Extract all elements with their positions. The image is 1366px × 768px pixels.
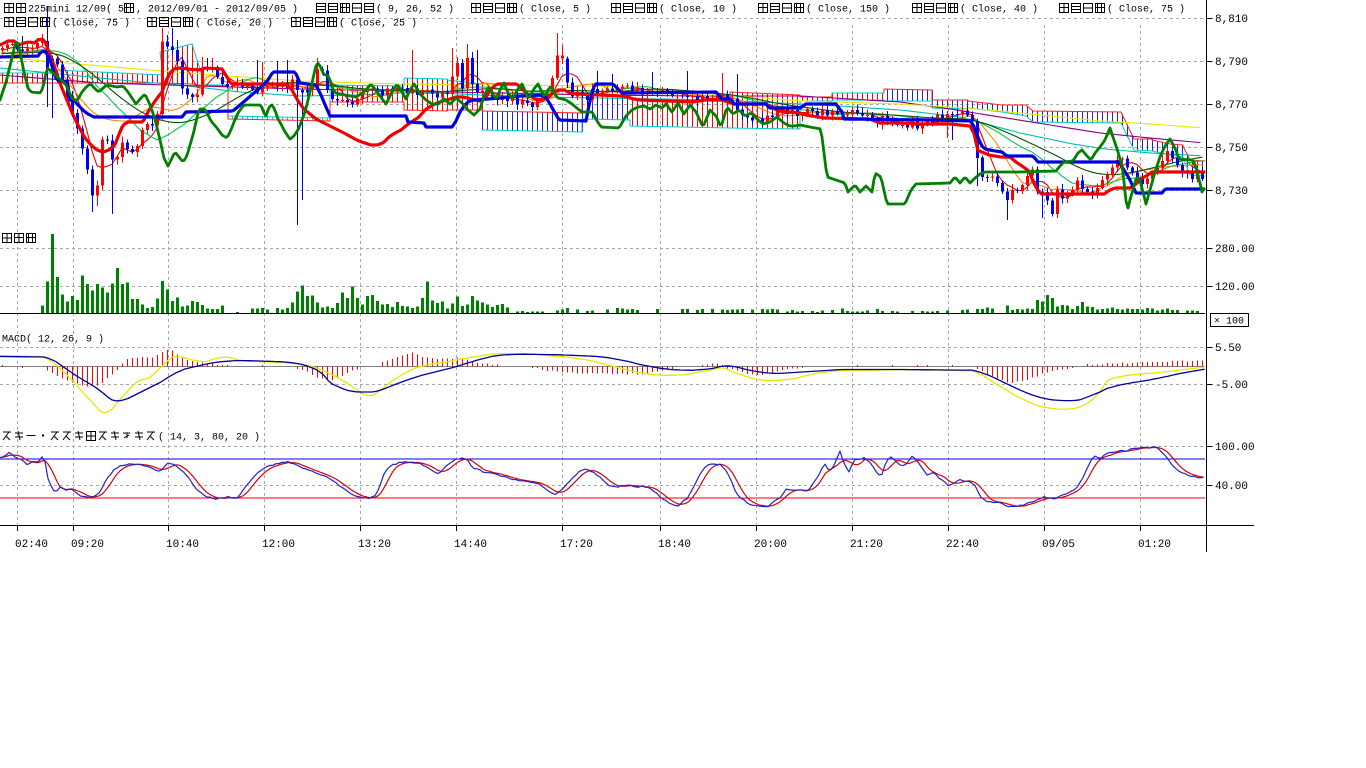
svg-text:5.50: 5.50 xyxy=(1215,343,1241,355)
svg-text:( Close, 5 ): ( Close, 5 ) xyxy=(519,4,591,16)
svg-text:( Close, 40 ): ( Close, 40 ) xyxy=(960,4,1038,16)
svg-text:01:20: 01:20 xyxy=(1138,539,1171,551)
svg-text:( Close, 10 ): ( Close, 10 ) xyxy=(659,4,737,16)
svg-text:21:20: 21:20 xyxy=(850,539,883,551)
svg-text:MACD( 12, 26, 9 ): MACD( 12, 26, 9 ) xyxy=(2,334,104,346)
svg-text:( Close, 75 ): ( Close, 75 ) xyxy=(52,18,130,30)
svg-text:8,750: 8,750 xyxy=(1215,143,1248,155)
svg-text:17:20: 17:20 xyxy=(560,539,593,551)
svg-text:100.00: 100.00 xyxy=(1215,442,1255,454)
svg-text:09:20: 09:20 xyxy=(71,539,104,551)
svg-text:( Close, 75 ): ( Close, 75 ) xyxy=(1107,4,1185,16)
svg-text:( Close, 20 ): ( Close, 20 ) xyxy=(195,18,273,30)
svg-text:8,770: 8,770 xyxy=(1215,100,1248,112)
svg-text:( Close, 25 ): ( Close, 25 ) xyxy=(339,18,417,30)
svg-text:120.00: 120.00 xyxy=(1215,282,1255,294)
svg-text:18:40: 18:40 xyxy=(658,539,691,551)
svg-text:10:40: 10:40 xyxy=(166,539,199,551)
svg-text:225mini 12/09( 5: 225mini 12/09( 5 xyxy=(28,4,124,16)
svg-text:8,790: 8,790 xyxy=(1215,57,1248,69)
svg-text:-5.00: -5.00 xyxy=(1215,380,1248,392)
svg-text:12:00: 12:00 xyxy=(262,539,295,551)
svg-text:( Close, 150 ): ( Close, 150 ) xyxy=(806,4,890,16)
svg-text:× 100: × 100 xyxy=(1214,317,1244,328)
svg-text:( 14, 3, 80, 20 ): ( 14, 3, 80, 20 ) xyxy=(158,432,260,444)
svg-text:22:40: 22:40 xyxy=(946,539,979,551)
svg-text:02:40: 02:40 xyxy=(15,539,48,551)
svg-text:8,730: 8,730 xyxy=(1215,186,1248,198)
svg-text:09/05: 09/05 xyxy=(1042,539,1075,551)
svg-text:20:00: 20:00 xyxy=(754,539,787,551)
svg-text:14:40: 14:40 xyxy=(454,539,487,551)
svg-text:13:20: 13:20 xyxy=(358,539,391,551)
svg-text:( 9, 26, 52 ): ( 9, 26, 52 ) xyxy=(376,4,454,16)
svg-text:8,810: 8,810 xyxy=(1215,14,1248,26)
svg-text:40.00: 40.00 xyxy=(1215,481,1248,493)
svg-text:280.00: 280.00 xyxy=(1215,244,1255,256)
svg-text:, 2012/09/01 - 2012/09/05 ): , 2012/09/01 - 2012/09/05 ) xyxy=(136,4,298,16)
